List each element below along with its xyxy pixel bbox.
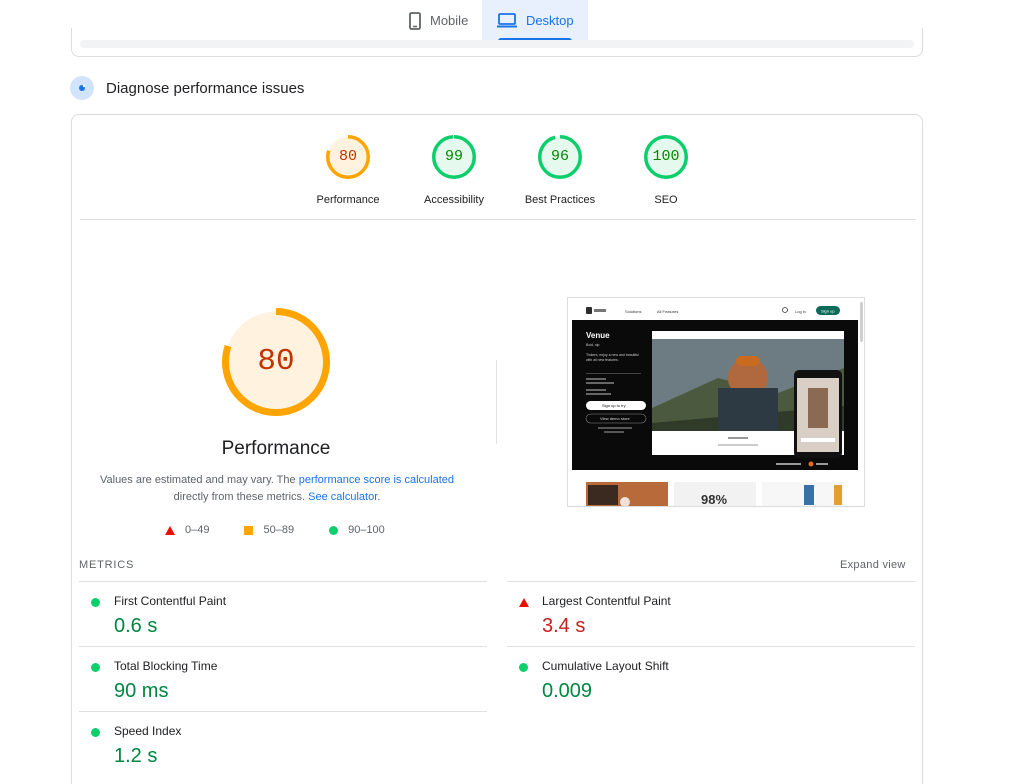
- pass-circle-icon: [91, 663, 100, 672]
- gauge-performance[interactable]: 80 Performance: [295, 135, 401, 206]
- diagnose-section-header: Diagnose performance issues: [70, 76, 304, 100]
- main-score-title: Performance: [221, 438, 331, 459]
- gauge-score: 96: [550, 148, 569, 165]
- metric-name: Speed Index: [114, 724, 182, 738]
- circle-icon: [329, 525, 339, 535]
- legend-label: 50–89: [263, 524, 295, 536]
- pass-circle-icon: [91, 728, 100, 737]
- metric-name: First Contentful Paint: [114, 594, 227, 608]
- score-description: Values are estimated and may vary. The p…: [96, 472, 458, 506]
- legend-label: 90–100: [348, 524, 385, 536]
- vertical-separator: [496, 360, 497, 444]
- description-suffix: .: [377, 491, 381, 503]
- laptop-icon: [496, 13, 517, 28]
- metric-cls: Cumulative Layout Shift 0.009: [507, 646, 915, 711]
- square-icon: [244, 525, 254, 535]
- main-score: 80: [257, 344, 295, 379]
- gauge-score: 99: [444, 148, 463, 165]
- metric-si: Speed Index 1.2 s: [79, 711, 487, 776]
- legend-label: 0–49: [185, 524, 210, 536]
- score-legend: 0–49 50–89 90–100: [165, 524, 420, 536]
- gauge-label: SEO: [654, 194, 678, 206]
- tab-desktop-label: Desktop: [525, 13, 574, 28]
- metric-name: Largest Contentful Paint: [542, 594, 671, 608]
- gauge-accessibility[interactable]: 99 Accessibility: [401, 135, 507, 206]
- performance-main-gauge: 80: [222, 308, 330, 416]
- metric-name: Cumulative Layout Shift: [542, 659, 669, 673]
- legend-average: 50–89: [244, 524, 294, 536]
- previous-section-bar: [80, 40, 914, 48]
- metric-fcp: First Contentful Paint 0.6 s: [79, 581, 487, 646]
- description-middle: directly from these metrics.: [173, 491, 309, 503]
- category-gauges: 80 Performance 99 Accessibility 96 Best …: [295, 135, 719, 206]
- see-calculator-link[interactable]: See calculator: [308, 491, 377, 503]
- tab-mobile-label: Mobile: [430, 13, 469, 28]
- score-calculated-link[interactable]: performance score is calculated: [299, 474, 454, 486]
- screenshot-hero-title: Venue: [586, 331, 610, 340]
- gauge-score: 80: [338, 148, 357, 165]
- screenshot-hero-line: Bold, sip: [586, 343, 599, 347]
- gauge-label: Accessibility: [424, 194, 484, 206]
- description-prefix: Values are estimated and may vary. The: [99, 474, 299, 486]
- metric-value: 90 ms: [114, 680, 169, 702]
- legend-fail: 0–49: [165, 524, 209, 536]
- section-title: Diagnose performance issues: [106, 79, 305, 97]
- pass-circle-icon: [91, 598, 100, 607]
- metric-value: 3.4 s: [542, 615, 586, 637]
- gauge-best-practices[interactable]: 96 Best Practices: [507, 135, 613, 206]
- gauge-label: Best Practices: [524, 194, 596, 206]
- screenshot-login: Log in: [795, 309, 806, 314]
- screenshot-hero-line: with all new features.: [586, 358, 619, 362]
- screenshot-hero-line: Tinkers, enjoy a new and beautiful: [586, 353, 639, 357]
- screenshot-signup: Sign up: [821, 309, 835, 314]
- screenshot-btn-secondary: View demo store: [600, 416, 630, 421]
- legend-pass: 90–100: [329, 524, 385, 536]
- lab-data-icon: [70, 76, 94, 100]
- final-screenshot-image: Solutions All Features Log in Sign up Ve…: [568, 298, 864, 507]
- triangle-icon: [165, 525, 175, 535]
- metric-tbt: Total Blocking Time 90 ms: [79, 646, 487, 711]
- metric-value: 1.2 s: [114, 745, 158, 767]
- previous-section-card: [71, 28, 923, 57]
- phone-icon: [409, 11, 421, 30]
- gauge-label: Performance: [316, 194, 380, 206]
- final-screenshot[interactable]: Solutions All Features Log in Sign up Ve…: [567, 297, 865, 507]
- divider: [80, 219, 916, 220]
- gauge-score: 100: [652, 148, 680, 165]
- metric-value: 0.009: [542, 680, 593, 702]
- gauge-seo[interactable]: 100 SEO: [613, 135, 719, 206]
- screenshot-nav-solutions: Solutions: [625, 309, 641, 314]
- metric-value: 0.6 s: [114, 615, 158, 637]
- pass-circle-icon: [519, 663, 528, 672]
- fail-triangle-icon: [519, 598, 529, 607]
- expand-view-button[interactable]: Expand view: [840, 559, 906, 571]
- metric-lcp: Largest Contentful Paint 3.4 s: [507, 581, 915, 646]
- screenshot-percent: 98%: [701, 492, 727, 507]
- screenshot-btn-primary: Sign up to try: [602, 403, 626, 408]
- screenshot-nav-features: All Features: [657, 309, 678, 314]
- metric-name: Total Blocking Time: [114, 659, 218, 673]
- metrics-heading: METRICS: [79, 559, 135, 571]
